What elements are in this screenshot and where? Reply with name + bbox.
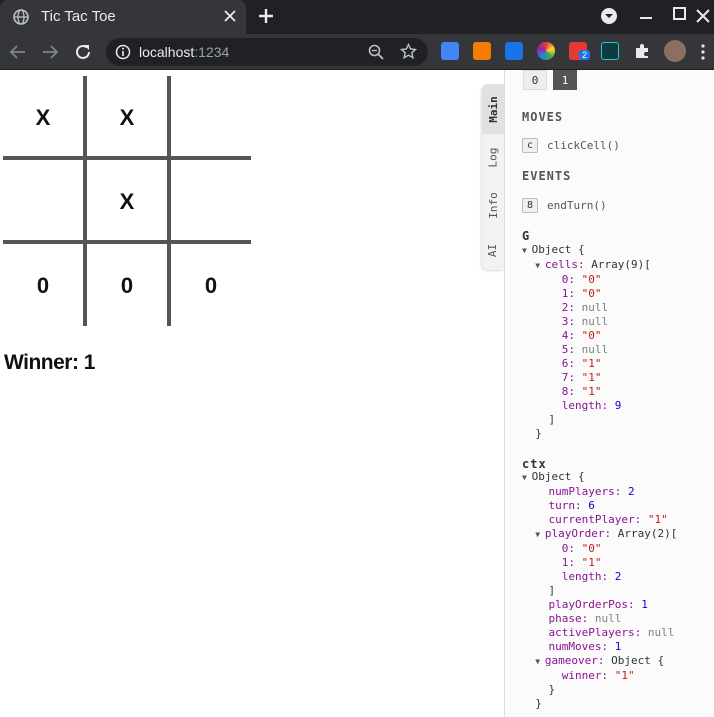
- gift-extension-icon[interactable]: 2: [569, 42, 591, 60]
- g-cell-8: "1": [581, 385, 602, 398]
- tab-ai-label: AI: [486, 243, 500, 257]
- board-cell-4[interactable]: X: [85, 160, 169, 244]
- ctx-play-order-length: 2: [614, 570, 622, 583]
- url-host: localhost: [139, 44, 195, 60]
- url-text: localhost:1234: [139, 44, 229, 60]
- ctx-phase: null: [594, 612, 622, 625]
- close-tab-icon[interactable]: [222, 8, 238, 24]
- debug-panel: 0 1 MOVES c clickCell() EVENTS 8 endTurn…: [504, 70, 714, 717]
- url-port: :1234: [194, 44, 230, 60]
- g-cell-5: null: [581, 343, 609, 356]
- browser-tab[interactable]: Tic Tac Toe: [0, 0, 246, 34]
- tab-title: Tic Tac Toe: [41, 8, 116, 25]
- tab-main-label: Main: [486, 95, 500, 123]
- board-cell-7[interactable]: 0: [85, 244, 169, 328]
- board-cell-5[interactable]: [169, 160, 253, 244]
- bitwarden-extension-icon[interactable]: [505, 42, 523, 60]
- ctx-num-players: 2: [627, 485, 635, 498]
- board-cell-1[interactable]: X: [85, 76, 169, 160]
- event-hotkey[interactable]: 8: [522, 198, 538, 213]
- minimize-icon[interactable]: [636, 6, 656, 26]
- tab-log[interactable]: Log: [482, 134, 504, 180]
- analytics-extension-icon[interactable]: [473, 42, 491, 60]
- moves-heading: MOVES: [522, 110, 564, 124]
- ctx-play-order-1: "1": [581, 556, 602, 569]
- ctx-heading: ctx: [522, 457, 547, 471]
- profile-avatar[interactable]: [664, 40, 686, 62]
- new-tab-icon[interactable]: [257, 7, 275, 25]
- globe-icon: [13, 9, 29, 25]
- tab-info[interactable]: Info: [482, 180, 504, 230]
- tab-info-label: Info: [486, 191, 500, 219]
- g-cell-7: "1": [581, 371, 602, 384]
- reload-icon[interactable]: [74, 43, 92, 61]
- player-1-button[interactable]: 1: [553, 70, 577, 90]
- debug-side-tabs: Main Log Info AI: [482, 84, 504, 270]
- ctx-num-moves: 1: [614, 640, 622, 653]
- address-bar[interactable]: localhost:1234: [106, 38, 428, 66]
- g-cell-6: "1": [581, 357, 602, 370]
- tic-tac-toe-board: X X X 0 0 0: [0, 76, 252, 326]
- ctx-state-tree: ▼ Object { numPlayers: 2 turn: 6 current…: [522, 470, 678, 710]
- maximize-icon[interactable]: [670, 6, 690, 26]
- translate-extension-icon[interactable]: [441, 42, 459, 60]
- ctx-current-player: "1": [647, 513, 668, 526]
- g-cells-length: 9: [614, 399, 622, 412]
- extensions-puzzle-icon[interactable]: [633, 42, 651, 60]
- close-window-icon[interactable]: [693, 6, 713, 26]
- browser-toolbar: localhost:1234 2: [0, 34, 714, 70]
- g-cell-3: null: [581, 315, 609, 328]
- ctx-active-players: null: [647, 626, 675, 639]
- board-cell-0[interactable]: X: [1, 76, 85, 160]
- event-end-turn[interactable]: endTurn(): [547, 199, 607, 212]
- ctx-play-order-0: "0": [581, 542, 602, 555]
- g-cell-1: "0": [581, 287, 602, 300]
- g-cell-0: "0": [581, 273, 602, 286]
- bookmark-star-icon[interactable]: [400, 43, 417, 60]
- ctx-play-order-pos: 1: [641, 598, 648, 611]
- tab-main[interactable]: Main: [482, 84, 504, 134]
- g-cell-4: "0": [581, 329, 602, 342]
- move-click-cell[interactable]: clickCell(): [547, 139, 620, 152]
- browser-tab-strip: Tic Tac Toe: [0, 0, 714, 34]
- board-cell-6[interactable]: 0: [1, 244, 85, 328]
- chrome-menu-icon[interactable]: [697, 43, 709, 61]
- tab-log-label: Log: [486, 147, 500, 167]
- g-cell-2: null: [581, 301, 609, 314]
- zoom-icon[interactable]: [368, 44, 384, 60]
- ctx-gameover-winner: "1": [614, 669, 635, 682]
- g-state-tree: ▼ Object { ▼ cells: Array(9)[ 0: "0" 1: …: [522, 243, 651, 440]
- player-0-button[interactable]: 0: [523, 70, 547, 90]
- back-icon[interactable]: [9, 43, 27, 61]
- board-cell-3[interactable]: [1, 160, 85, 244]
- winner-text: Winner: 1: [4, 351, 95, 374]
- color-picker-extension-icon[interactable]: [537, 42, 555, 60]
- ctx-turn: 6: [588, 499, 595, 512]
- board-cell-2[interactable]: [169, 76, 253, 160]
- tab-ai[interactable]: AI: [482, 230, 504, 270]
- events-heading: EVENTS: [522, 169, 572, 183]
- tab-search-icon[interactable]: [599, 6, 619, 26]
- g-heading: G: [522, 229, 531, 243]
- forward-icon[interactable]: [41, 43, 59, 61]
- board-cell-8[interactable]: 0: [169, 244, 253, 328]
- extension-badge: 2: [579, 50, 591, 60]
- move-hotkey[interactable]: c: [522, 138, 538, 153]
- site-info-icon[interactable]: [115, 44, 131, 60]
- notion-extension-icon[interactable]: [601, 42, 619, 60]
